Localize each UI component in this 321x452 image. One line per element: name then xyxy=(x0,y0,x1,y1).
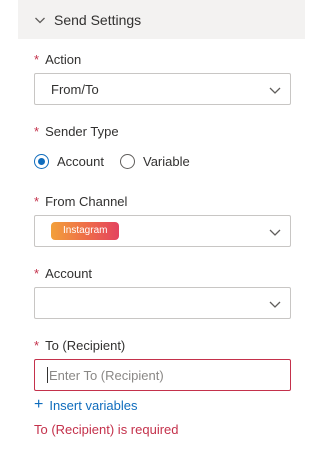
instagram-badge: Instagram xyxy=(51,222,120,240)
radio-account-label: Account xyxy=(57,154,104,169)
recipient-field[interactable] xyxy=(34,359,291,391)
recipient-error-message: To (Recipient) is required xyxy=(34,422,179,437)
sender-type-label: * Sender Type xyxy=(34,124,119,139)
required-mark: * xyxy=(34,52,40,67)
sender-type-label-text: Sender Type xyxy=(45,124,119,139)
chevron-down-icon xyxy=(34,14,46,26)
send-settings-panel: Send Settings * Action From/To * Sender … xyxy=(0,0,321,452)
chevron-down-icon xyxy=(268,225,282,239)
chevron-down-icon xyxy=(268,297,282,311)
action-label-text: Action xyxy=(45,52,82,67)
action-dropdown[interactable]: From/To xyxy=(34,73,291,105)
account-dropdown[interactable] xyxy=(34,287,291,319)
plus-icon: + xyxy=(34,396,44,413)
radio-account-circle[interactable] xyxy=(34,154,49,169)
from-channel-dropdown[interactable]: Instagram xyxy=(34,215,291,247)
action-label: * Action xyxy=(34,52,81,67)
required-mark: * xyxy=(34,338,40,353)
required-mark: * xyxy=(34,124,40,139)
text-cursor xyxy=(47,367,48,383)
recipient-label: * To (Recipient) xyxy=(34,338,125,353)
send-settings-header[interactable]: Send Settings xyxy=(18,0,305,39)
section-title: Send Settings xyxy=(54,11,142,28)
recipient-input[interactable] xyxy=(49,367,279,383)
required-mark: * xyxy=(34,194,40,209)
chevron-down-icon xyxy=(268,83,282,97)
radio-account[interactable]: Account xyxy=(34,154,104,169)
sender-type-radio-group: Account Variable xyxy=(34,154,206,169)
insert-variables-label: Insert variables xyxy=(49,397,138,413)
insert-variables-link[interactable]: + Insert variables xyxy=(34,397,138,413)
from-channel-label: * From Channel xyxy=(34,194,127,209)
radio-variable-label: Variable xyxy=(142,154,190,169)
recipient-label-text: To (Recipient) xyxy=(45,338,126,353)
account-label: * Account xyxy=(34,266,92,281)
required-mark: * xyxy=(34,266,40,281)
radio-variable[interactable]: Variable xyxy=(119,154,190,169)
radio-variable-circle[interactable] xyxy=(119,154,135,169)
from-channel-label-text: From Channel xyxy=(45,194,128,209)
account-label-text: Account xyxy=(45,266,93,281)
action-value: From/To xyxy=(51,81,99,97)
